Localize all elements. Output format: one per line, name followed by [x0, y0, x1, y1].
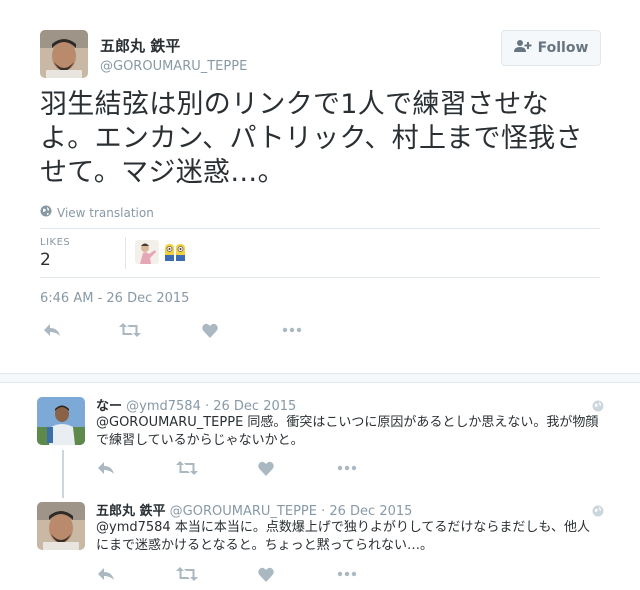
follow-button-label: Follow — [537, 40, 589, 56]
globe-icon — [592, 502, 604, 517]
reply-icon[interactable] — [40, 318, 64, 342]
divider — [40, 228, 600, 229]
globe-icon — [40, 205, 52, 220]
reply-avatar[interactable] — [37, 502, 85, 550]
tweet-timestamp[interactable]: 6:46 AM - 26 Dec 2015 — [40, 291, 189, 306]
reply-icon[interactable] — [94, 562, 118, 586]
reply-author-name[interactable]: なー — [96, 399, 122, 414]
retweet-icon[interactable] — [175, 456, 199, 480]
like-heart-icon[interactable] — [198, 318, 222, 342]
more-dots-icon[interactable] — [335, 456, 359, 480]
thread-connector-line — [62, 450, 64, 498]
follow-person-icon — [513, 39, 532, 57]
divider — [40, 277, 600, 278]
view-translation-link[interactable]: View translation — [40, 205, 154, 220]
view-translation-label: View translation — [57, 205, 154, 220]
reply-meta[interactable]: @GOROUMARU_TEPPE · 26 Dec 2015 — [170, 504, 413, 519]
tweet-text: 羽生結弦は別のリンクで1人で練習させなよ。エンカン、パトリック、村上まで怪我させ… — [40, 89, 583, 188]
more-dots-icon[interactable] — [280, 318, 304, 342]
more-dots-icon[interactable] — [335, 562, 359, 586]
liker-avatar[interactable] — [135, 240, 159, 264]
reply-meta[interactable]: @ymd7584 · 26 Dec 2015 — [126, 399, 296, 414]
section-divider — [0, 373, 640, 383]
reply-text: @GOROUMARU_TEPPE 同感。衝突はこいつに原因があるとしか思えない。… — [96, 415, 599, 448]
like-heart-icon[interactable] — [254, 456, 278, 480]
reply-header[interactable]: なー @ymd7584 · 26 Dec 2015 — [96, 395, 296, 414]
likes-count[interactable]: 2 — [40, 250, 51, 270]
reply-text: @ymd7584 本当に本当に。点数爆上げで独りよがりしてるだけならまだしも、他… — [96, 520, 591, 553]
author-name[interactable]: 五郎丸 鉄平 — [100, 35, 180, 56]
globe-icon — [592, 397, 604, 412]
reply-avatar[interactable] — [37, 397, 85, 445]
reply-author-name[interactable]: 五郎丸 鉄平 — [96, 504, 166, 519]
divider — [125, 237, 126, 269]
author-avatar[interactable] — [40, 30, 88, 78]
author-handle[interactable]: @GOROUMARU_TEPPE — [100, 59, 247, 74]
like-heart-icon[interactable] — [254, 562, 278, 586]
likes-label: LIKES — [40, 237, 71, 248]
reply-header[interactable]: 五郎丸 鉄平 @GOROUMARU_TEPPE · 26 Dec 2015 — [96, 500, 412, 519]
liker-avatar[interactable] — [163, 240, 187, 264]
retweet-icon[interactable] — [118, 318, 142, 342]
retweet-icon[interactable] — [175, 562, 199, 586]
follow-button[interactable]: Follow — [501, 30, 601, 66]
reply-icon[interactable] — [94, 456, 118, 480]
